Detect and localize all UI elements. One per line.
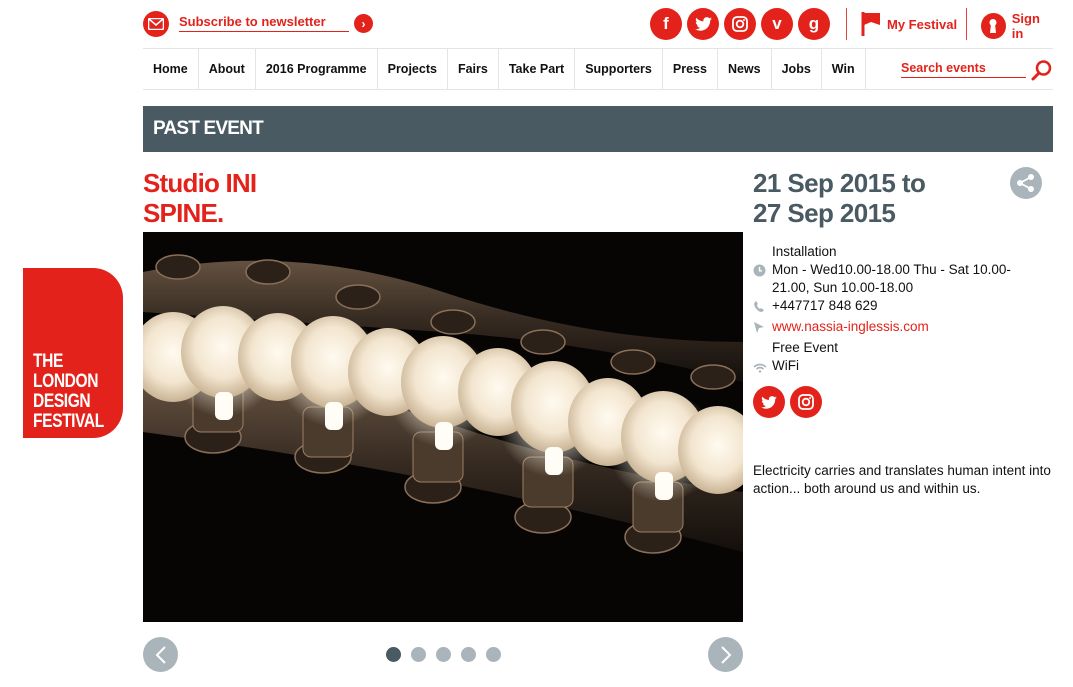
carousel-dot[interactable] xyxy=(411,647,426,662)
carousel-dot[interactable] xyxy=(436,647,451,662)
nav-item-jobs[interactable]: Jobs xyxy=(772,49,822,89)
event-website-link[interactable]: www.nassia-inglessis.com xyxy=(772,319,929,334)
keyhole-icon xyxy=(981,13,1006,39)
event-social-links xyxy=(753,386,822,418)
nav-item-win[interactable]: Win xyxy=(822,49,866,89)
nav-item-fairs[interactable]: Fairs xyxy=(448,49,499,89)
carousel-dot[interactable] xyxy=(461,647,476,662)
divider xyxy=(846,8,847,40)
chevron-left-icon xyxy=(155,645,166,664)
wifi-icon xyxy=(753,363,767,373)
nav-item-news[interactable]: News xyxy=(718,49,772,89)
phone-icon xyxy=(754,301,764,312)
nav-item-programme[interactable]: 2016 Programme xyxy=(256,49,378,89)
social-links: f v g xyxy=(650,8,830,40)
event-hours: Mon - Wed10.00-18.00 Thu - Sat 10.00-21.… xyxy=(772,262,1011,295)
event-price: Free Event xyxy=(772,340,839,355)
event-date-line: 21 Sep 2015 to xyxy=(753,168,926,198)
clock-icon xyxy=(753,264,766,277)
share-icon xyxy=(1017,174,1034,192)
facebook-icon[interactable]: f xyxy=(650,8,682,40)
event-date-line: 27 Sep 2015 xyxy=(753,198,896,228)
main-nav: Home About 2016 Programme Projects Fairs… xyxy=(143,48,1053,90)
newsletter-link[interactable]: Subscribe to newsletter xyxy=(179,14,349,32)
divider xyxy=(966,8,967,40)
vimeo-icon[interactable]: v xyxy=(761,8,793,40)
cursor-icon xyxy=(754,322,764,333)
my-festival-link[interactable]: My Festival xyxy=(861,11,957,37)
past-event-banner: PAST EVENT xyxy=(143,106,1053,152)
event-image xyxy=(143,232,743,622)
nav-item-supporters[interactable]: Supporters xyxy=(575,49,663,89)
info-wifi-row: WiFi xyxy=(753,357,1043,378)
event-title: Studio INI SPINE. xyxy=(143,168,443,228)
carousel-prev-button[interactable] xyxy=(143,637,178,672)
twitter-icon[interactable] xyxy=(687,8,719,40)
chevron-right-icon[interactable]: › xyxy=(354,14,373,33)
google-plus-icon[interactable]: g xyxy=(798,8,830,40)
envelope-icon[interactable] xyxy=(143,11,169,37)
event-info: Installation Mon - Wed10.00-18.00 Thu - … xyxy=(753,243,1043,378)
info-website-row: www.nassia-inglessis.com xyxy=(753,318,1043,339)
instagram-icon[interactable] xyxy=(790,386,822,418)
nav-item-take-part[interactable]: Take Part xyxy=(499,49,576,89)
nav-item-about[interactable]: About xyxy=(199,49,256,89)
search-icon[interactable] xyxy=(1031,59,1053,81)
event-dates: 21 Sep 2015 to 27 Sep 2015 xyxy=(753,168,993,228)
event-phone: +447717 848 629 xyxy=(772,298,878,313)
info-type-row: Installation xyxy=(753,243,1043,261)
nav-item-press[interactable]: Press xyxy=(663,49,718,89)
search-input[interactable] xyxy=(901,61,1026,78)
info-hours-row: Mon - Wed10.00-18.00 Thu - Sat 10.00-21.… xyxy=(753,261,1043,297)
twitter-icon[interactable] xyxy=(753,386,785,418)
sign-in-link[interactable]: Sign in xyxy=(981,11,1053,41)
event-type: Installation xyxy=(772,244,837,259)
info-phone-row: +447717 848 629 xyxy=(753,297,1043,318)
event-description: Electricity carries and translates human… xyxy=(753,463,1051,496)
carousel-dot[interactable] xyxy=(486,647,501,662)
chevron-right-icon xyxy=(720,645,731,664)
event-title-line: SPINE. xyxy=(143,198,224,228)
sign-in-label: Sign in xyxy=(1011,11,1040,41)
info-price-row: Free Event xyxy=(753,339,1043,357)
nav-item-projects[interactable]: Projects xyxy=(378,49,448,89)
carousel-dot[interactable] xyxy=(386,647,401,662)
my-festival-label: My Festival xyxy=(887,16,958,32)
logo-text: THE LONDON DESIGN FESTIVAL xyxy=(33,351,104,432)
flag-icon xyxy=(861,12,880,36)
search-box xyxy=(901,59,1053,83)
carousel-next-button[interactable] xyxy=(708,637,743,672)
festival-logo[interactable]: THE LONDON DESIGN FESTIVAL xyxy=(23,268,123,438)
nav-item-home[interactable]: Home xyxy=(143,49,199,89)
carousel-dots xyxy=(386,647,501,662)
instagram-icon[interactable] xyxy=(724,8,756,40)
event-wifi: WiFi xyxy=(772,358,799,373)
share-button[interactable] xyxy=(1010,167,1042,199)
event-title-line: Studio INI xyxy=(143,168,257,198)
top-bar: Subscribe to newsletter › f v g My Festi… xyxy=(143,8,1053,41)
